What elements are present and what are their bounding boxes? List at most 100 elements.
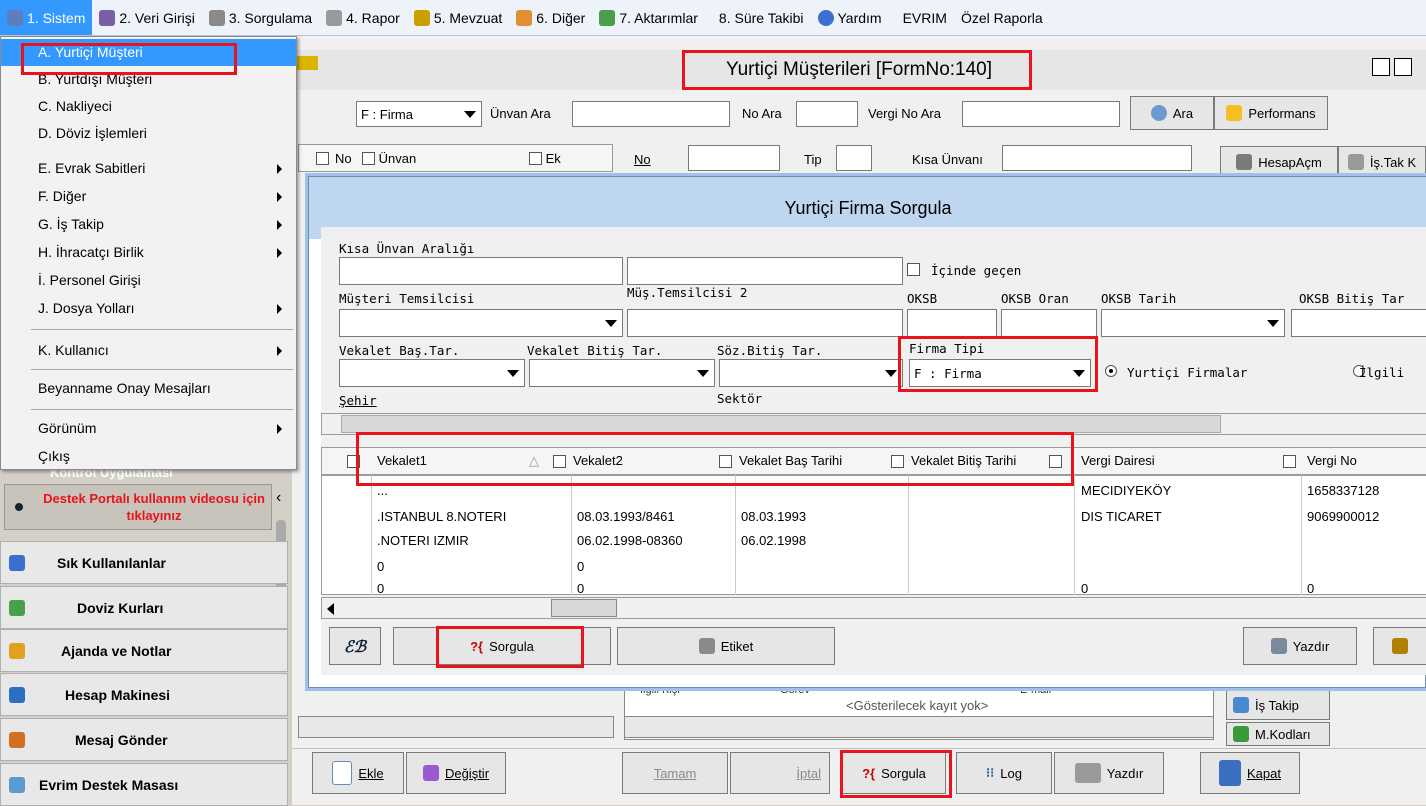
grid-cell[interactable]: 0 (1077, 577, 1088, 593)
sidebar-ajanda[interactable]: Ajanda ve Notlar (0, 629, 288, 672)
menu-sistem[interactable]: 1. Sistem (0, 0, 93, 35)
menu-item-is-takip[interactable]: G. İş Takip (1, 211, 296, 238)
soz-bitis-select[interactable] (719, 359, 903, 387)
grid-col-vekalet2[interactable]: Vekalet2 (573, 453, 623, 468)
menu-item-cikis[interactable]: Çıkış (1, 443, 296, 470)
firma-tipi-select[interactable]: F : Firma (909, 359, 1091, 387)
kapat-button[interactable]: Kapat (1200, 752, 1300, 794)
grid-cell[interactable]: MECIDIYEKÖY (1077, 479, 1171, 502)
grid-cell[interactable]: .NOTERI IZMIR (373, 529, 469, 552)
menu-item-kullanici[interactable]: K. Kullanıcı (1, 337, 296, 364)
menu-veri-girisi[interactable]: 2. Veri Girişi (92, 0, 201, 35)
oksb-oran-input[interactable] (1001, 309, 1097, 337)
grid-cell[interactable]: DIS TICARET (1077, 505, 1162, 528)
menu-item-beyanname[interactable]: Beyanname Onay Mesajları (1, 375, 296, 402)
menu-item-ihracatci-birlik[interactable]: H. İhracatçı Birlik (1, 239, 296, 266)
grid-cell[interactable]: 9069900012 (1303, 505, 1379, 528)
detail-no-input[interactable] (688, 145, 780, 171)
menu-item-diger[interactable]: F. Diğer (1, 183, 296, 210)
vergi-ara-input[interactable] (962, 101, 1120, 127)
oksb-tarih-select[interactable] (1101, 309, 1285, 337)
menu-aktarimlar[interactable]: 7. Aktarımlar (592, 0, 705, 35)
grid-cell[interactable]: ... (373, 479, 388, 502)
menu-item-nakliyeci[interactable]: C. Nakliyeci (1, 93, 296, 120)
no-filter-dropdown[interactable] (361, 151, 375, 165)
grid-cell[interactable]: 0 (373, 555, 384, 578)
grid-cell[interactable]: 0 (573, 555, 584, 578)
icinde-gecen-checkbox[interactable] (907, 263, 920, 276)
scroll-left-icon[interactable] (327, 603, 334, 615)
log-button[interactable]: ⁝⁝ Log (956, 752, 1052, 794)
kisa-unvan-end-input[interactable] (627, 257, 903, 285)
grid-column-toggle[interactable] (347, 455, 360, 468)
menu-mevzuat[interactable]: 5. Mevzuat (407, 0, 509, 35)
menu-item-evrak-sabitleri[interactable]: E. Evrak Sabitleri (1, 155, 296, 182)
grid-scrollbar-thumb[interactable] (551, 599, 617, 617)
vekalet-bas-select[interactable] (339, 359, 525, 387)
menu-item-gorunum[interactable]: Görünüm (1, 415, 296, 442)
yurtici-radio[interactable] (1105, 365, 1117, 377)
vekalet-bas-filter-dropdown[interactable] (891, 455, 904, 468)
yazdir-button[interactable]: Yazdır (1054, 752, 1164, 794)
grid-cell[interactable]: 1658337128 (1303, 479, 1379, 502)
hesap-acma-button[interactable]: HesapAçm (1220, 146, 1338, 178)
grid-cell[interactable]: 08.03.1993/8461 (573, 505, 675, 528)
grid-col-vergi-no[interactable]: Vergi No (1307, 453, 1357, 468)
ara-button[interactable]: Ara (1130, 96, 1214, 130)
oksb-bitis-input[interactable] (1291, 309, 1426, 337)
grid-cell[interactable]: .ISTANBUL 8.NOTERI (373, 505, 506, 528)
performans-button[interactable]: Performans (1214, 96, 1328, 130)
menu-ozel-raporlar[interactable]: Özel Raporla (954, 0, 1050, 35)
grid-cell[interactable]: 0 (373, 577, 384, 593)
tamam-button[interactable]: Tamam (622, 752, 728, 794)
grid-cell[interactable]: 06.02.1998-08360 (573, 529, 683, 552)
menu-item-personel[interactable]: İ. Personel Girişi (1, 267, 296, 294)
m-kodlari-button[interactable]: M.Kodları (1226, 722, 1330, 746)
menu-item-doviz[interactable]: D. Döviz İşlemleri (1, 120, 296, 147)
unvan-ara-input[interactable] (572, 101, 730, 127)
vergi-dairesi-filter-dropdown[interactable] (1283, 455, 1296, 468)
eb-logo-button[interactable]: ℰℬ (329, 627, 381, 665)
promo-banner[interactable]: Destek Portalı kullanım videosu için tık… (4, 484, 272, 530)
grid-scrollbar[interactable] (321, 597, 1426, 619)
iptal-button[interactable]: İptal (730, 752, 830, 794)
dialog-yazdir-button[interactable]: Yazdır (1243, 627, 1357, 665)
grid-col-vekalet-bas[interactable]: Vekalet Baş Tarihi (739, 453, 842, 468)
sidebar-mesaj-gonder[interactable]: Mesaj Gönder (0, 718, 288, 761)
is-takip-button[interactable]: İş Takip (1226, 690, 1330, 720)
sidebar-doviz-kurlari[interactable]: Doviz Kurları (0, 586, 288, 629)
sorgula-button[interactable]: ?{Sorgula (842, 752, 946, 794)
minimize-button[interactable] (1372, 58, 1390, 76)
filter-scrollbar-thumb[interactable] (341, 415, 1221, 433)
menu-rapor[interactable]: 4. Rapor (319, 0, 407, 35)
sidebar-collapse-icon[interactable]: ‹ (276, 490, 281, 506)
column-toggle[interactable] (316, 151, 329, 165)
menu-sure-takibi[interactable]: 8. Süre Takibi (705, 0, 811, 35)
detail-tip-input[interactable] (836, 145, 872, 171)
vekalet-bitis-filter-dropdown[interactable] (1049, 455, 1062, 468)
vekalet2-filter-dropdown[interactable] (719, 455, 732, 468)
list-scrollbar[interactable] (298, 716, 614, 738)
temsilci-select[interactable] (339, 309, 623, 337)
menu-item-dosya-yollari[interactable]: J. Dosya Yolları (1, 295, 296, 322)
vekalet-bitis-select[interactable] (529, 359, 715, 387)
grid-cell[interactable]: 0 (1303, 577, 1314, 593)
grid-col-vekalet-bitis[interactable]: Vekalet Bitiş Tarihi (911, 453, 1016, 468)
etiket-button[interactable]: Etiket (617, 627, 835, 665)
type-select[interactable]: F : Firma (356, 101, 482, 127)
menu-item-yurtici-musteri[interactable]: A. Yurtiçi Müşteri (1, 39, 296, 66)
menu-sorgulama[interactable]: 3. Sorgulama (202, 0, 319, 35)
menu-diger[interactable]: 6. Diğer (509, 0, 592, 35)
grid-col-vergi-dairesi[interactable]: Vergi Dairesi (1081, 453, 1155, 468)
vekalet1-filter-dropdown[interactable] (553, 455, 566, 468)
menu-yardim[interactable]: Yardım (811, 0, 889, 35)
menu-evrim[interactable]: EVRIM (889, 0, 954, 35)
sidebar-sik-kullanilanlar[interactable]: Sık Kullanılanlar (0, 541, 288, 584)
menu-item-yurtdisi-musteri[interactable]: B. Yurtdışı Müşteri (1, 66, 296, 93)
degistir-button[interactable]: Değiştir (406, 752, 506, 794)
no-ara-input[interactable] (796, 101, 858, 127)
dialog-sorgula-button[interactable]: ?{Sorgula (393, 627, 611, 665)
kisa-unvan-start-input[interactable] (339, 257, 623, 285)
grid-cell[interactable]: 08.03.1993 (737, 505, 806, 528)
grid-cell[interactable]: 0 (573, 577, 584, 593)
